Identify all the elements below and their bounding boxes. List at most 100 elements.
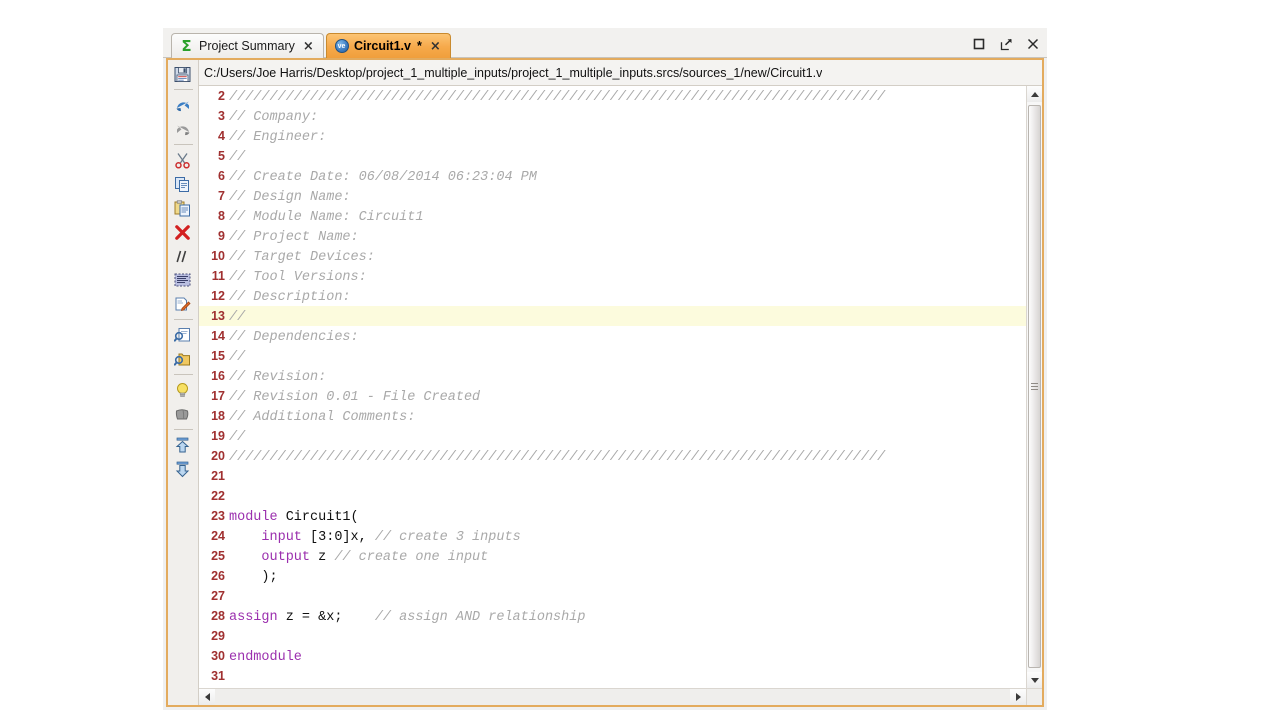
toolbar-divider (173, 89, 193, 90)
code-line[interactable]: 9 // Project Name: (199, 226, 1026, 246)
code-line[interactable]: 28 assign z = &x; // assign AND relations… (199, 606, 1026, 626)
code-line[interactable]: 22 (199, 486, 1026, 506)
code-line[interactable]: 31 (199, 666, 1026, 686)
code-line[interactable]: 23 module Circuit1( (199, 506, 1026, 526)
float-window-icon[interactable] (998, 36, 1014, 52)
vivado-text-editor-window: Σ Project Summary × ve Circuit1.v * × C:… (163, 28, 1047, 710)
find-icon[interactable] (168, 323, 197, 347)
copy-icon[interactable] (168, 172, 197, 196)
editor-side-toolbar (168, 60, 199, 705)
hint-bulb-icon[interactable] (168, 378, 197, 402)
code-line[interactable]: 14 // Dependencies: (199, 326, 1026, 346)
verilog-file-icon: ve (334, 39, 349, 54)
tab-project-summary[interactable]: Σ Project Summary × (171, 33, 324, 58)
code-line[interactable]: 3 // Company: (199, 106, 1026, 126)
maximize-icon[interactable] (971, 36, 987, 52)
code-line[interactable]: 6 // Create Date: 06/08/2014 06:23:04 PM (199, 166, 1026, 186)
code-line[interactable]: 19 // (199, 426, 1026, 446)
code-line[interactable]: 7 // Design Name: (199, 186, 1026, 206)
close-icon[interactable] (1025, 36, 1041, 52)
code-line[interactable]: 10 // Target Devices: (199, 246, 1026, 266)
redo-icon[interactable] (168, 117, 197, 141)
line-number: 3 (218, 109, 225, 123)
line-number: 26 (211, 569, 225, 583)
toolbar-divider (173, 144, 193, 145)
code-editor-area[interactable]: 2///////////////////////////////////////… (199, 86, 1042, 705)
code-line-text: // (229, 150, 254, 165)
code-line[interactable]: 18 // Additional Comments: (199, 406, 1026, 426)
undo-icon[interactable] (168, 93, 197, 117)
line-number: 16 (211, 369, 225, 383)
toolbar-divider (173, 374, 193, 375)
code-line-text: output z // create one input (261, 550, 489, 565)
code-line-text: module Circuit1( (229, 510, 359, 525)
save-icon[interactable] (168, 62, 197, 86)
line-number: 9 (218, 229, 225, 243)
block-select-icon[interactable] (168, 268, 197, 292)
code-line[interactable]: 27 (199, 586, 1026, 606)
line-number: 13 (211, 309, 225, 323)
code-line-text: assign z = &x; // assign AND relationshi… (229, 610, 586, 625)
code-line[interactable]: 26 ); (199, 566, 1026, 586)
scroll-right-icon[interactable] (1010, 689, 1026, 705)
code-line[interactable]: 16 // Revision: (199, 366, 1026, 386)
code-line[interactable]: 30 endmodule (199, 646, 1026, 666)
line-number: 30 (211, 649, 225, 663)
code-line[interactable]: 29 (199, 626, 1026, 646)
code-line-text: // Tool Versions: (229, 270, 375, 285)
code-line[interactable]: 25 output z // create one input (199, 546, 1026, 566)
tab-close-button[interactable]: × (428, 40, 443, 53)
horizontal-scrollbar[interactable] (199, 688, 1026, 705)
line-number: 6 (218, 169, 225, 183)
paste-icon[interactable] (168, 196, 197, 220)
code-line[interactable]: 20 //////////////////////////////////////… (199, 446, 1026, 466)
line-number: 7 (218, 189, 225, 203)
vertical-scrollbar-thumb[interactable] (1028, 105, 1041, 668)
code-line-text: // Design Name: (229, 190, 359, 205)
collapse-all-icon[interactable] (168, 433, 197, 457)
code-line[interactable]: 15 // (199, 346, 1026, 366)
vertical-scrollbar[interactable] (1026, 86, 1042, 688)
line-number: 29 (211, 629, 225, 643)
comment-icon[interactable] (168, 244, 197, 268)
cut-icon[interactable] (168, 148, 197, 172)
code-lines-container[interactable]: 2///////////////////////////////////////… (199, 86, 1026, 688)
line-number: 21 (211, 469, 225, 483)
code-line[interactable]: 17 // Revision 0.01 - File Created (199, 386, 1026, 406)
scroll-left-icon[interactable] (199, 689, 215, 705)
code-line-text: // Description: (229, 290, 359, 305)
line-number: 15 (211, 349, 225, 363)
code-line-text: // Module Name: Circuit1 (229, 210, 424, 225)
code-line-text: // Create Date: 06/08/2014 06:23:04 PM (229, 170, 537, 185)
line-number: 18 (211, 409, 225, 423)
code-line-text: // Dependencies: (229, 330, 367, 345)
code-line[interactable]: 12 // Description: (199, 286, 1026, 306)
code-line-text: // Project Name: (229, 230, 367, 245)
code-line-text: // Additional Comments: (229, 410, 416, 425)
code-line-text: // Engineer: (229, 130, 335, 145)
delete-icon[interactable] (168, 220, 197, 244)
code-line[interactable]: 21 (199, 466, 1026, 486)
code-line[interactable]: 11 // Tool Versions: (199, 266, 1026, 286)
code-line[interactable]: 4 // Engineer: (199, 126, 1026, 146)
tab-circuit1-v[interactable]: ve Circuit1.v * × (326, 33, 451, 58)
line-number: 5 (218, 149, 225, 163)
scroll-down-icon[interactable] (1027, 672, 1042, 688)
expand-all-icon[interactable] (168, 457, 197, 481)
code-line[interactable]: 5 // (199, 146, 1026, 166)
edit-icon[interactable] (168, 292, 197, 316)
line-number: 10 (211, 249, 225, 263)
code-line[interactable]: 13 // (199, 306, 1026, 326)
code-line[interactable]: 2 ///////////////////////////////////////… (199, 86, 1026, 106)
line-number: 19 (211, 429, 225, 443)
scroll-up-icon[interactable] (1027, 86, 1042, 102)
code-line-text: endmodule (229, 650, 302, 665)
find-in-files-icon[interactable] (168, 347, 197, 371)
tab-close-button[interactable]: × (301, 40, 316, 53)
window-controls (971, 34, 1041, 54)
code-line[interactable]: 24 input [3:0]x, // create 3 inputs (199, 526, 1026, 546)
tab-label: Circuit1.v (354, 39, 411, 53)
eraser-icon[interactable] (168, 402, 197, 426)
code-line[interactable]: 8 // Module Name: Circuit1 (199, 206, 1026, 226)
code-line-text: input [3:0]x, // create 3 inputs (261, 530, 521, 545)
